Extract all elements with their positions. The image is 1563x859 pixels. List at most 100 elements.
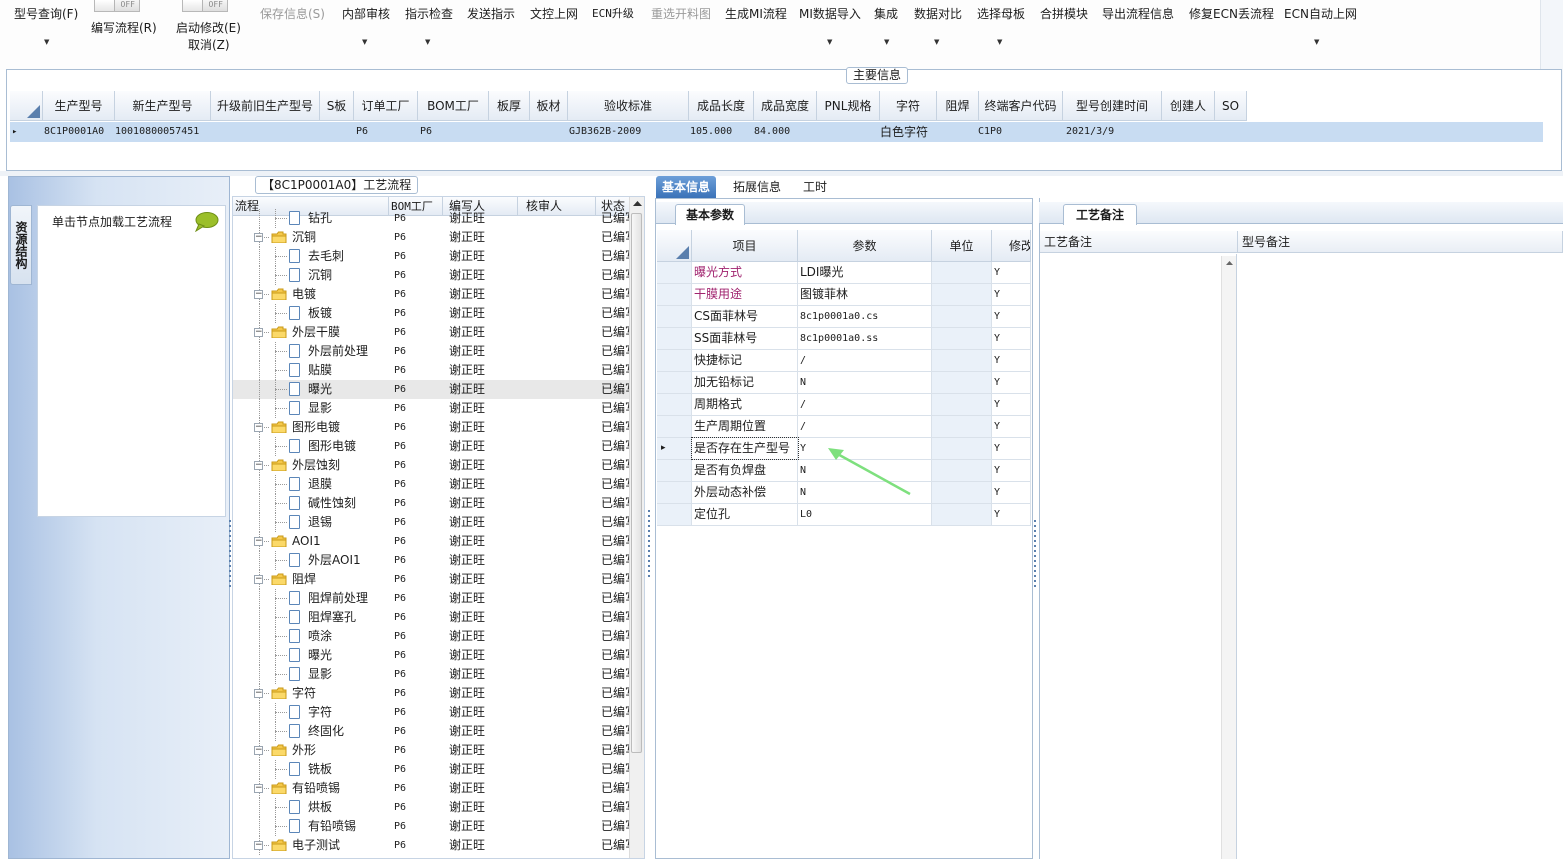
- param-unit-cell[interactable]: [932, 262, 992, 283]
- col-header-pnl-spec[interactable]: PNL规格: [817, 91, 880, 121]
- param-item-cell[interactable]: 曝光方式: [692, 262, 798, 283]
- tree-node[interactable]: − 沉铜 P6 谢正旺 已编写: [233, 228, 631, 247]
- tree-node[interactable]: 去毛刺 P6 谢正旺 已编写: [233, 247, 631, 266]
- cell-end-customer-code[interactable]: C1P0: [978, 122, 1063, 142]
- col-header-end-customer-code[interactable]: 终端客户代码: [979, 91, 1063, 121]
- export-flow-info-button[interactable]: 导出流程信息: [1102, 5, 1174, 22]
- param-item-cell[interactable]: 加无铅标记: [692, 372, 798, 393]
- param-item-cell[interactable]: SS面菲林号: [692, 328, 798, 349]
- collapse-toggle-icon[interactable]: −: [254, 461, 263, 470]
- param-modify-cell[interactable]: Y: [992, 438, 1031, 459]
- mid-splitter-grip[interactable]: [1033, 520, 1037, 590]
- cell-legend[interactable]: 白色字符: [880, 122, 937, 142]
- tab-work-hours[interactable]: 工时: [797, 176, 833, 198]
- param-item-cell[interactable]: 外层动态补偿: [692, 482, 798, 503]
- param-item-cell[interactable]: 生产周期位置: [692, 416, 798, 437]
- cell-bom-factory[interactable]: P6: [420, 122, 489, 142]
- param-row[interactable]: 曝光方式 LDI曝光 Y: [657, 262, 1031, 284]
- cancel-button[interactable]: 取消(Z): [188, 36, 230, 53]
- param-row[interactable]: 生产周期位置 / Y: [657, 416, 1031, 438]
- col-header-material[interactable]: 板材: [530, 91, 568, 121]
- param-row[interactable]: 干膜用途 图镀菲林 Y: [657, 284, 1031, 306]
- param-row[interactable]: SS面菲林号 8c1p0001a0.ss Y: [657, 328, 1031, 350]
- param-item-cell[interactable]: CS面菲林号: [692, 306, 798, 327]
- cell-new-prod-model[interactable]: 10010800057451: [115, 122, 211, 142]
- tree-node[interactable]: − 外形 P6 谢正旺 已编写: [233, 741, 631, 760]
- col-header-creator[interactable]: 创建人: [1162, 91, 1215, 121]
- process-notes-textarea[interactable]: [1040, 254, 1237, 859]
- param-row-selector[interactable]: [657, 306, 692, 327]
- param-item-cell[interactable]: 定位孔: [692, 504, 798, 525]
- internal-review-dropdown-arrow[interactable]: ▼: [362, 38, 367, 46]
- start-modify-toggle[interactable]: OFF: [182, 0, 228, 12]
- model-query-dropdown-arrow[interactable]: ▼: [44, 38, 49, 46]
- cell-acceptance-standard[interactable]: GJB362B-2009: [569, 122, 689, 142]
- tab-basic-params[interactable]: 基本参数: [675, 204, 746, 225]
- param-row-selector[interactable]: [657, 350, 692, 371]
- col-header-s-board[interactable]: S板: [320, 91, 354, 121]
- tree-node[interactable]: 曝光 P6 谢正旺 已编写: [233, 380, 631, 399]
- generate-mi-flow-button[interactable]: 生成MI流程: [725, 5, 787, 22]
- param-unit-cell[interactable]: [932, 306, 992, 327]
- col-header-bom-factory[interactable]: BOM工厂: [418, 91, 489, 121]
- collapse-toggle-icon[interactable]: −: [254, 290, 263, 299]
- tree-node[interactable]: 退锡 P6 谢正旺 已编写: [233, 513, 631, 532]
- param-item-cell[interactable]: 干膜用途: [692, 284, 798, 305]
- ecn-upgrade-button[interactable]: ECN升级: [592, 5, 634, 21]
- param-unit-cell[interactable]: [932, 416, 992, 437]
- mi-data-import-dropdown-arrow[interactable]: ▼: [827, 38, 832, 46]
- tree-node[interactable]: 外层AOI1 P6 谢正旺 已编写: [233, 551, 631, 570]
- param-item-cell[interactable]: 快捷标记: [692, 350, 798, 371]
- start-modify-button[interactable]: 启动修改(E): [176, 19, 241, 36]
- internal-review-button[interactable]: 内部审核: [342, 5, 390, 22]
- tree-node[interactable]: 曝光 P6 谢正旺 已编写: [233, 646, 631, 665]
- save-info-button[interactable]: 保存信息(S): [260, 5, 325, 22]
- params-col-value[interactable]: 参数: [798, 230, 932, 262]
- instruction-check-button[interactable]: 指示检查: [405, 5, 453, 22]
- tree-node[interactable]: − 有铅喷锡 P6 谢正旺 已编写: [233, 779, 631, 798]
- param-value-cell[interactable]: /: [798, 394, 932, 415]
- tree-node[interactable]: 终固化 P6 谢正旺 已编写: [233, 722, 631, 741]
- mi-data-import-button[interactable]: MI数据导入: [799, 5, 861, 22]
- col-header-new-prod-model[interactable]: 新生产型号: [115, 91, 211, 121]
- param-row-selector[interactable]: [657, 284, 692, 305]
- param-row[interactable]: 周期格式 / Y: [657, 394, 1031, 416]
- col-header-legend[interactable]: 字符: [880, 91, 937, 121]
- send-instruction-button[interactable]: 发送指示: [467, 5, 515, 22]
- cell-order-factory[interactable]: P6: [356, 122, 418, 142]
- col-header-old-prod-model[interactable]: 升级前旧生产型号: [211, 91, 320, 121]
- tree-node[interactable]: 喷涂 P6 谢正旺 已编写: [233, 627, 631, 646]
- tree-node[interactable]: − 外层干膜 P6 谢正旺 已编写: [233, 323, 631, 342]
- param-unit-cell[interactable]: [932, 394, 992, 415]
- param-row-selector[interactable]: [657, 262, 692, 283]
- param-modify-cell[interactable]: Y: [992, 482, 1031, 503]
- edit-flow-button[interactable]: 编写流程(R): [91, 19, 157, 36]
- param-row-selector[interactable]: [657, 394, 692, 415]
- tree-node[interactable]: 贴膜 P6 谢正旺 已编写: [233, 361, 631, 380]
- integrate-dropdown-arrow[interactable]: ▼: [884, 38, 889, 46]
- instruction-check-dropdown-arrow[interactable]: ▼: [425, 38, 430, 46]
- col-header-thickness[interactable]: 板厚: [489, 91, 530, 121]
- tree-node[interactable]: 钻孔 P6 谢正旺 已编写: [233, 209, 631, 228]
- param-value-cell[interactable]: N: [798, 372, 932, 393]
- collapse-toggle-icon[interactable]: −: [254, 537, 263, 546]
- ecn-auto-online-dropdown-arrow[interactable]: ▼: [1314, 38, 1319, 46]
- scroll-up-arrow-icon[interactable]: [630, 197, 645, 209]
- param-unit-cell[interactable]: [932, 460, 992, 481]
- param-value-cell[interactable]: L0: [798, 504, 932, 525]
- collapse-toggle-icon[interactable]: −: [254, 841, 263, 850]
- param-unit-cell[interactable]: [932, 438, 992, 459]
- model-notes-textarea[interactable]: [1239, 254, 1563, 859]
- param-modify-cell[interactable]: Y: [992, 372, 1031, 393]
- tree-node[interactable]: 退膜 P6 谢正旺 已编写: [233, 475, 631, 494]
- param-row-selector[interactable]: [657, 460, 692, 481]
- param-row[interactable]: 定位孔 L0 Y: [657, 504, 1031, 526]
- tree-node[interactable]: 沉铜 P6 谢正旺 已编写: [233, 266, 631, 285]
- tree-node[interactable]: 有铅喷锡 P6 谢正旺 已编写: [233, 817, 631, 836]
- collapse-toggle-icon[interactable]: −: [254, 689, 263, 698]
- collapse-toggle-icon[interactable]: −: [254, 423, 263, 432]
- params-grid-corner[interactable]: [657, 230, 692, 262]
- param-modify-cell[interactable]: Y: [992, 328, 1031, 349]
- tree-node[interactable]: 阻焊前处理 P6 谢正旺 已编写: [233, 589, 631, 608]
- cell-so[interactable]: [1215, 122, 1247, 142]
